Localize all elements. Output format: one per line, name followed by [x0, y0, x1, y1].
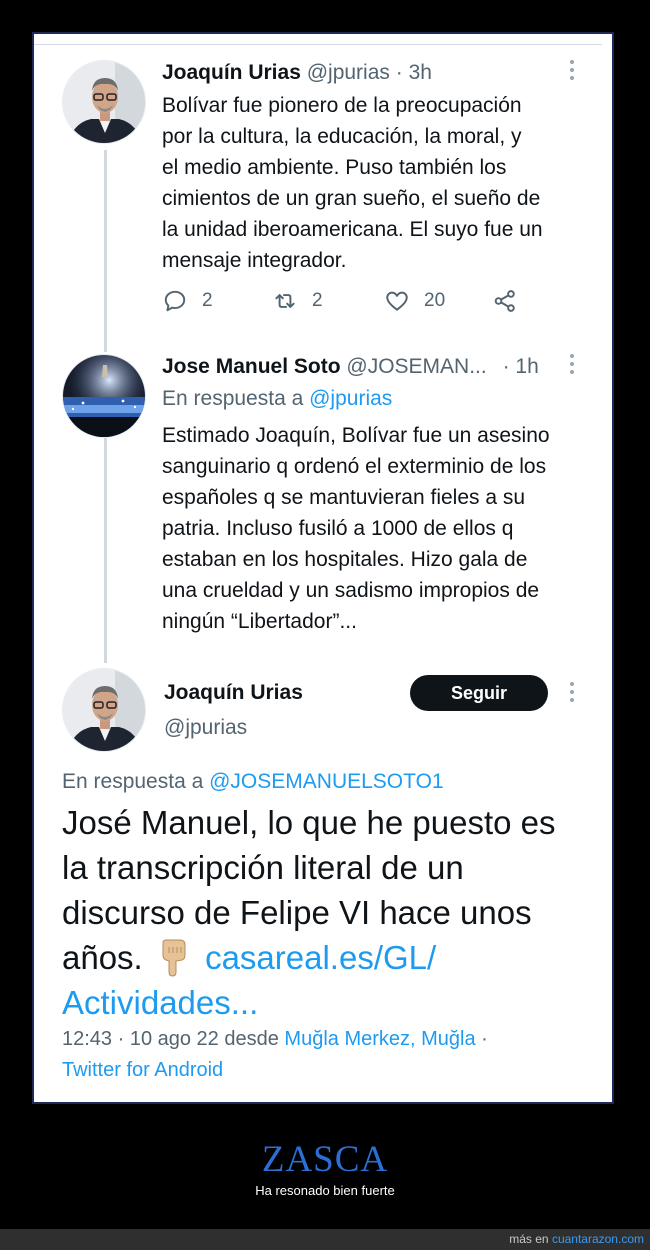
- tweet-text: Bolívar fue pionero de la preocupación p…: [162, 90, 602, 276]
- tweet-line: españoles q se mantuvieran fieles a su: [162, 486, 526, 509]
- tweet-location[interactable]: Muğla Merkez, Muğla: [284, 1028, 475, 1050]
- reply-count: 2: [202, 290, 213, 311]
- footer-prefix: más en: [509, 1232, 549, 1246]
- tweet-meta: 12:43 · 10 ago 22 desde Muğla Merkez, Mu…: [62, 1024, 592, 1086]
- user-handle[interactable]: @jpurias: [164, 716, 247, 740]
- timestamp[interactable]: 1h: [515, 355, 538, 378]
- user-name[interactable]: Jose Manuel Soto: [162, 355, 341, 378]
- tweet-line: mensaje integrador.: [162, 249, 347, 272]
- more-icon[interactable]: [570, 60, 574, 84]
- user-name[interactable]: Joaquín Urias: [162, 61, 301, 84]
- tweet-line: discurso de Felipe VI hace unos: [62, 894, 532, 931]
- screenshot-frame: Joaquín Urias @jpurias · 3h Bolívar fue …: [32, 32, 614, 1104]
- reply-icon: [164, 290, 186, 312]
- retweet-count: 2: [312, 290, 323, 311]
- user-handle[interactable]: @jpurias: [307, 61, 390, 84]
- top-divider: [34, 44, 602, 45]
- timestamp[interactable]: 3h: [409, 61, 432, 84]
- tweet-line: el medio ambiente. Puso también los: [162, 156, 507, 179]
- avatar-photo: [63, 669, 145, 751]
- thread-line: [104, 150, 107, 352]
- tweet-actions: 2 2 20: [162, 286, 542, 316]
- share-button[interactable]: [492, 286, 518, 316]
- tweet-link[interactable]: Actividades...: [62, 980, 602, 1025]
- tweet-line: Estimado Joaquín, Bolívar fue un asesino: [162, 424, 550, 447]
- tweet-link[interactable]: casareal.es/GL/: [205, 939, 436, 976]
- tweet-header: Joaquín Urias @jpurias · 3h: [162, 61, 432, 85]
- tweet-text: José Manuel, lo que he puesto es la tran…: [62, 800, 602, 1025]
- avatar-photo: [63, 61, 145, 143]
- follow-button[interactable]: Seguir: [410, 675, 548, 711]
- tweet-datetime[interactable]: 12:43 · 10 ago 22 desde: [62, 1028, 279, 1050]
- separator-dot: ·: [395, 61, 403, 84]
- avatar-photo: [63, 355, 145, 437]
- avatar[interactable]: [62, 354, 146, 438]
- user-name[interactable]: Joaquín Urias: [164, 681, 303, 705]
- tweet-line: una crueldad y un sadismo impropios de: [162, 579, 540, 602]
- more-icon[interactable]: [570, 682, 574, 706]
- share-icon: [494, 290, 515, 312]
- reply-context: En respuesta a @jpurias: [162, 387, 392, 411]
- separator-dot: ·: [481, 1028, 488, 1050]
- tweet-line: la unidad iberoamericana. El suyo fue un: [162, 218, 543, 241]
- reply-prefix: En respuesta a: [162, 387, 304, 410]
- avatar[interactable]: [62, 668, 146, 752]
- tweet-line: Bolívar fue pionero de la preocupación: [162, 94, 522, 117]
- site-footer: más en cuantarazon.com: [0, 1229, 650, 1250]
- tweet-line: ningún “Libertador”...: [162, 610, 357, 633]
- tweet-client[interactable]: Twitter for Android: [62, 1059, 223, 1081]
- like-count: 20: [424, 290, 446, 311]
- reply-button[interactable]: 2: [162, 286, 213, 316]
- retweet-icon: [275, 294, 295, 308]
- caption-title: ZASCA: [261, 1139, 389, 1180]
- reply-context: En respuesta a @JOSEMANUELSOTO1: [62, 770, 444, 794]
- heart-icon: [386, 291, 408, 311]
- more-icon[interactable]: [570, 354, 574, 378]
- tweet-text: Estimado Joaquín, Bolívar fue un asesino…: [162, 420, 602, 637]
- tweet-line: la transcripción literal de un: [62, 849, 464, 886]
- user-handle[interactable]: @JOSEMAN...: [346, 355, 486, 378]
- thread-line: [104, 438, 107, 663]
- tweet-line: años. casareal.es/GL/: [62, 935, 602, 980]
- tweet-line: cimientos de un gran sueño, el sueño de: [162, 187, 541, 210]
- tweet-line: sanguinario q ordenó el exterminio de lo…: [162, 455, 547, 478]
- reply-mention[interactable]: @jpurias: [309, 387, 392, 410]
- reply-mention[interactable]: @JOSEMANUELSOTO1: [209, 770, 444, 793]
- tweet-word: años.: [62, 939, 143, 976]
- separator-dot: ·: [502, 355, 510, 378]
- backhand-index-pointing-down-icon: [156, 939, 190, 977]
- site-link[interactable]: cuantarazon.com: [552, 1232, 644, 1246]
- tweet-line: patria. Incluso fusiló a 1000 de ellos q: [162, 517, 514, 540]
- reply-prefix: En respuesta a: [62, 770, 204, 793]
- retweet-button[interactable]: 2: [272, 286, 323, 316]
- tweet-line: por la cultura, la educación, la moral, …: [162, 125, 522, 148]
- caption-subtitle: Ha resonado bien fuerte: [255, 1183, 395, 1198]
- tweet-line: estaban en los hospitales. Hizo gala de: [162, 548, 528, 571]
- like-button[interactable]: 20: [384, 286, 445, 316]
- tweet-line: José Manuel, lo que he puesto es: [62, 804, 556, 841]
- tweet-header: Jose Manuel Soto @JOSEMAN... · 1h: [162, 355, 539, 379]
- avatar[interactable]: [62, 60, 146, 144]
